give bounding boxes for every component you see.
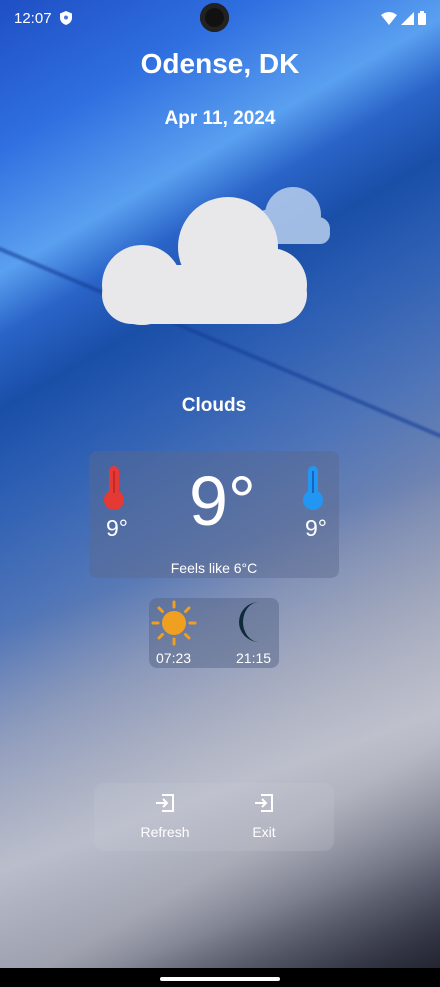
action-bar: Refresh Exit bbox=[94, 783, 334, 851]
thermometer-max-icon bbox=[303, 466, 323, 510]
wifi-icon bbox=[381, 11, 397, 25]
temp-max: 9° bbox=[305, 515, 327, 541]
exit-arrow-icon bbox=[255, 794, 273, 812]
home-gesture-pill[interactable] bbox=[160, 977, 280, 981]
signal-icon bbox=[401, 11, 414, 25]
battery-icon bbox=[418, 11, 426, 25]
weather-condition: Clouds bbox=[181, 395, 247, 416]
sunset-moon-icon bbox=[239, 602, 259, 642]
temp-min: 9° bbox=[106, 515, 128, 541]
exit-button[interactable]: Exit bbox=[224, 793, 304, 851]
sun-times-card: 07:23 21:15 bbox=[149, 598, 279, 668]
city-name: Odense, DK bbox=[140, 48, 300, 79]
sunset-time: 21:15 bbox=[236, 650, 272, 666]
sunrise-time: 07:23 bbox=[156, 650, 192, 666]
temperature-card: 9° 9° 9° Feels like 6°C bbox=[89, 451, 339, 578]
thermometer-min-icon bbox=[104, 466, 124, 510]
login-arrow-icon bbox=[156, 794, 174, 812]
exit-label: Exit bbox=[252, 824, 276, 840]
refresh-button[interactable]: Refresh bbox=[125, 793, 205, 851]
date-label: Apr 11, 2024 bbox=[164, 108, 276, 129]
refresh-label: Refresh bbox=[140, 824, 190, 840]
temp-current: 9° bbox=[189, 462, 256, 540]
clouds-weather-icon bbox=[100, 185, 332, 327]
status-time: 12:07 bbox=[14, 9, 52, 27]
feels-like: Feels like 6°C bbox=[170, 560, 258, 576]
front-camera bbox=[200, 3, 229, 32]
sunrise-sun-icon bbox=[151, 600, 197, 646]
shield-icon bbox=[59, 11, 72, 25]
